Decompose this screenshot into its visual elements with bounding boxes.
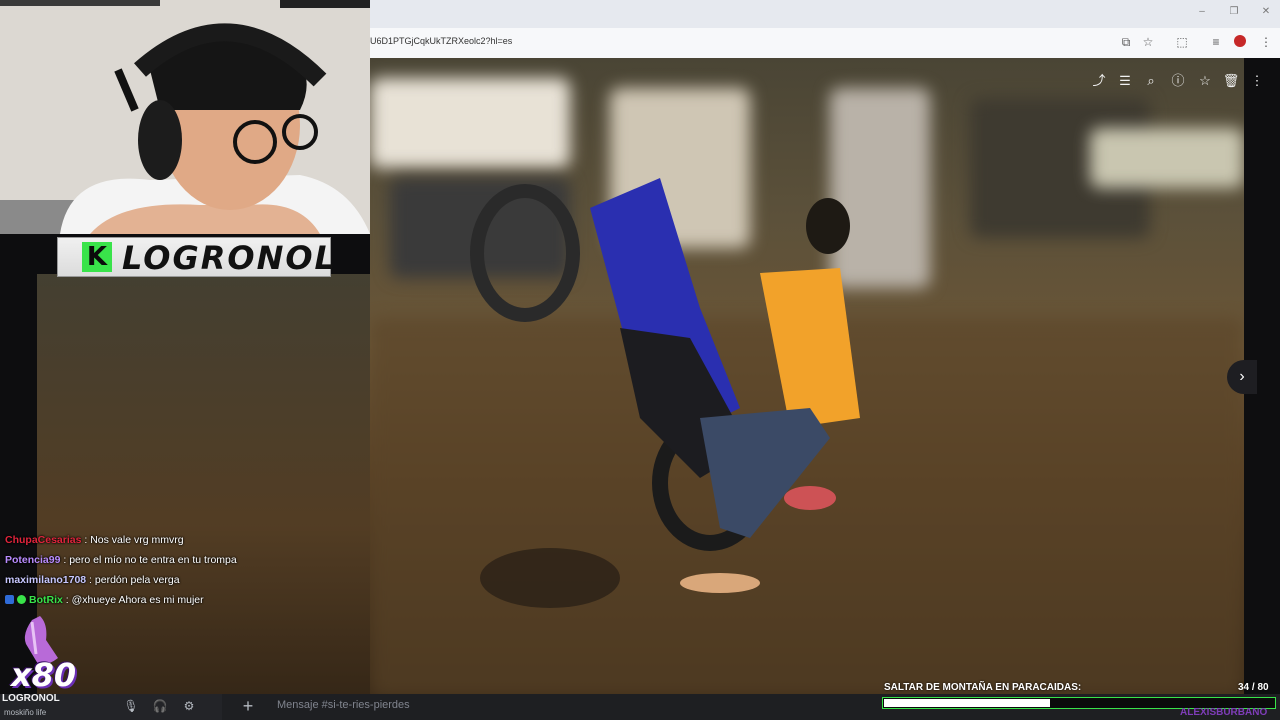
motorcycle-photo xyxy=(370,58,1244,698)
restore-button[interactable]: ❐ xyxy=(1226,6,1242,17)
settings-gear-icon[interactable]: ⚙ xyxy=(181,698,197,714)
goal-label: SALTAR DE MONTAÑA EN PARACAIDAS: xyxy=(884,682,1082,693)
user-panel: LOGRONOL moskiño life 🎙 🎧 ⚙ xyxy=(0,693,222,720)
share-icon[interactable]: ⤴ xyxy=(1090,72,1108,90)
chat-username: maximilano1708 xyxy=(5,574,87,586)
address-bar-url[interactable]: U6D1PTGjCqkUkTZRXeolc2?hl=es xyxy=(370,36,512,46)
add-attachment-button[interactable]: + xyxy=(240,696,256,716)
headphones-icon[interactable]: 🎧 xyxy=(152,698,168,714)
chat-text: : pero el mío no te entra en tu trompa xyxy=(60,554,237,566)
chat-username: Potencia99 xyxy=(5,554,61,566)
browser-toolbar: U6D1PTGjCqkUkTZRXeolc2?hl=es ⧉ ☆ ⬚ ≡ ⋮ xyxy=(370,28,1280,59)
extensions-icon[interactable]: ⬚ xyxy=(1174,34,1190,50)
microphone-icon[interactable]: 🎙 xyxy=(123,698,139,714)
user-name: LOGRONOL xyxy=(2,693,60,704)
profile-icon[interactable] xyxy=(1232,34,1248,50)
goal-progress-fill xyxy=(884,699,1050,707)
rider-silhouette xyxy=(470,178,860,608)
chat-overlay: ChupaCesarias : Nos vale vrg mmvrg Poten… xyxy=(5,532,365,612)
menu-icon[interactable]: ⋮ xyxy=(1258,34,1274,50)
minimize-button[interactable]: – xyxy=(1194,6,1210,17)
photo-left-extension xyxy=(37,274,370,694)
kick-logo: K xyxy=(82,242,112,272)
chat-message: maximilano1708 : perdón pela verga xyxy=(5,572,365,592)
close-window-button[interactable]: ✕ xyxy=(1258,6,1274,17)
webcam-feed xyxy=(0,0,370,234)
more-icon[interactable]: ⋮ xyxy=(1248,72,1266,90)
zoom-icon[interactable]: ⌕ xyxy=(1142,72,1160,90)
chat-message: ChupaCesarias : Nos vale vrg mmvrg xyxy=(5,532,365,552)
chat-username: ChupaCesarias xyxy=(5,534,82,546)
chat-text: : perdón pela verga xyxy=(86,574,180,586)
user-status: moskiño life xyxy=(4,708,47,717)
chat-text: : @xhueye Ahora es mi mujer xyxy=(62,594,204,606)
favorite-icon[interactable]: ☆ xyxy=(1196,72,1214,90)
info-icon[interactable]: ⓘ xyxy=(1169,72,1187,90)
alert-multiplier: x80 xyxy=(11,656,77,694)
goal-count: 34 / 80 xyxy=(1238,682,1269,693)
image-viewer: ⤴ ☰ ⌕ ⓘ ☆ 🗑 ⋮ › xyxy=(370,58,1280,698)
channel-name: LOGRONOL xyxy=(122,239,337,277)
chat-message: BotRix : @xhueye Ahora es mi mujer xyxy=(5,592,365,612)
message-input[interactable]: Mensaje #si-te-ries-pierdes xyxy=(277,699,410,711)
chat-username: BotRix xyxy=(29,594,63,606)
verified-badge-icon xyxy=(17,595,26,604)
cast-icon[interactable]: ⧉ xyxy=(1118,34,1134,50)
corner-username: ALEXISBURBANO xyxy=(1180,707,1268,718)
delete-icon[interactable]: 🗑 xyxy=(1222,72,1240,90)
streamer-webcam-image xyxy=(0,0,370,234)
bookmark-star-icon[interactable]: ☆ xyxy=(1140,34,1156,50)
chat-message: Potencia99 : pero el mío no te entra en … xyxy=(5,552,365,572)
next-photo-button[interactable]: › xyxy=(1227,360,1257,394)
media-control-icon[interactable]: ≡ xyxy=(1208,34,1224,50)
browser-tab-strip: – ❐ ✕ xyxy=(370,0,1280,28)
adjust-icon[interactable]: ☰ xyxy=(1116,72,1134,90)
channel-banner: K LOGRONOL xyxy=(57,237,335,277)
chat-text: : Nos vale vrg mmvrg xyxy=(81,534,184,546)
bot-badge-icon xyxy=(5,595,14,604)
